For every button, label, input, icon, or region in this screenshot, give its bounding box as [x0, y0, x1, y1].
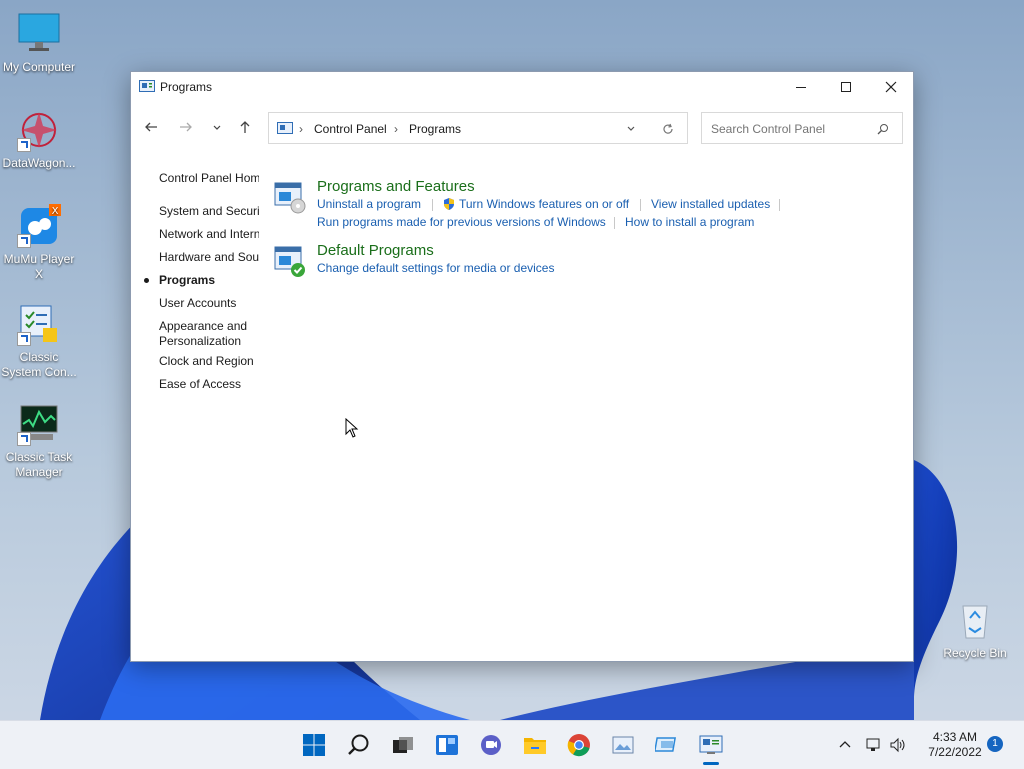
shortcut-arrow-icon [17, 234, 31, 248]
breadcrumb-separator: › [299, 122, 303, 136]
link-turn-windows-features[interactable]: Turn Windows features on or off [459, 197, 629, 211]
window-title: Programs [160, 80, 213, 94]
desktop-icon-label: MuMu Player X [3, 252, 75, 281]
up-button[interactable] [234, 116, 256, 138]
volume-icon[interactable] [889, 737, 907, 753]
shortcut-arrow-icon [17, 138, 31, 152]
active-bullet [144, 278, 149, 283]
breadcrumb-separator: › [394, 122, 398, 136]
desktop-icon-label: Classic Task Manager [5, 450, 73, 479]
clock[interactable]: 4:33 AM 7/22/2022 [916, 730, 994, 760]
programs-and-features-icon [274, 182, 306, 214]
link-run-programs-previous-windows[interactable]: Run programs made for previous versions … [317, 215, 606, 229]
network-icon[interactable] [865, 737, 881, 753]
address-bar[interactable]: › Control Panel › Programs [268, 112, 688, 144]
sidebar-item-programs[interactable]: Programs [159, 273, 259, 288]
maximize-button[interactable] [823, 72, 869, 102]
close-button[interactable] [868, 72, 914, 102]
chevron-down-icon [213, 125, 221, 130]
shortcut-arrow-icon [17, 332, 31, 346]
sidebar-item-hardware-and-sound[interactable]: Hardware and Sound [159, 250, 259, 265]
arrow-right-icon [180, 122, 192, 132]
desktop-icon-classic-task-manager[interactable]: Classic Task Manager [0, 402, 78, 480]
desktop-icon-mumu-player[interactable]: X MuMu Player X [0, 204, 78, 282]
svg-text:X: X [52, 206, 59, 217]
uac-shield-icon [444, 198, 454, 210]
search-icon[interactable] [877, 123, 889, 135]
link-separator [614, 217, 615, 229]
arrow-left-icon [145, 122, 157, 132]
link-how-to-install-program[interactable]: How to install a program [625, 215, 754, 229]
minimize-icon [796, 87, 806, 88]
breadcrumb-programs[interactable]: Programs [409, 122, 461, 136]
notification-badge[interactable]: 1 [987, 736, 1003, 752]
link-separator [779, 199, 780, 211]
title-bar[interactable]: Programs [131, 72, 913, 102]
desktop-icon-datawagon[interactable]: DataWagon... [0, 108, 78, 171]
mouse-cursor [345, 418, 359, 438]
photo-viewer-icon[interactable] [611, 733, 635, 757]
desktop-icon-my-computer[interactable]: My Computer [0, 12, 78, 75]
widgets-icon[interactable] [435, 733, 459, 757]
link-change-default-settings[interactable]: Change default settings for media or dev… [317, 261, 554, 275]
desktop-icon-recycle-bin[interactable]: Recycle Bin [936, 598, 1014, 661]
search-icon[interactable] [347, 733, 371, 757]
close-icon [885, 81, 897, 93]
control-panel-icon [139, 80, 155, 92]
sidebar-item-network-and-internet[interactable]: Network and Internet [159, 227, 259, 242]
arrow-up-icon [240, 121, 250, 133]
taskbar: 4:33 AM 7/22/2022 [0, 720, 1024, 769]
sidebar-item-appearance[interactable]: Appearance and [159, 319, 259, 334]
clock-date: 7/22/2022 [928, 745, 982, 759]
clock-time: 4:33 AM [932, 730, 978, 744]
control-panel-taskbar-icon[interactable] [699, 733, 723, 757]
chat-icon[interactable] [479, 733, 503, 757]
sidebar-item-clock-and-region[interactable]: Clock and Region [159, 354, 259, 369]
category-title-default-programs[interactable]: Default Programs [317, 242, 434, 259]
desktop-icon-classic-system-control[interactable]: Classic System Con... [0, 302, 78, 380]
desktop-icon-label: Recycle Bin [943, 646, 1007, 660]
start-icon[interactable] [302, 733, 326, 757]
refresh-icon[interactable] [662, 123, 674, 135]
breadcrumb-control-panel[interactable]: Control Panel [314, 122, 387, 136]
sidebar-item-system-and-security[interactable]: System and Security [159, 204, 259, 219]
active-app-indicator [703, 762, 719, 765]
link-view-installed-updates[interactable]: View installed updates [651, 197, 770, 211]
minimize-button[interactable] [778, 72, 824, 102]
back-button[interactable] [140, 116, 162, 138]
shortcut-arrow-icon [17, 432, 31, 446]
sidebar-item-control-panel-home[interactable]: Control Panel Home [159, 171, 259, 186]
link-separator [640, 199, 641, 211]
maximize-icon [841, 82, 851, 92]
link-separator [432, 199, 433, 211]
control-panel-icon [277, 122, 293, 134]
recycle-bin-icon [962, 605, 988, 639]
desktop-icon-label: Classic System Con... [1, 350, 77, 379]
recent-locations-button[interactable] [205, 116, 229, 138]
category-title-programs-and-features[interactable]: Programs and Features [317, 178, 475, 195]
task-view-icon[interactable] [391, 733, 415, 757]
chrome-icon[interactable] [567, 733, 591, 757]
search-box[interactable] [701, 112, 903, 144]
link-uninstall-program[interactable]: Uninstall a program [317, 197, 421, 211]
desktop-icon-label: My Computer [2, 60, 76, 74]
sidebar-item-personalization[interactable]: Personalization [159, 334, 259, 349]
control-panel-window: Programs › Control Panel › Programs Sear… [130, 71, 914, 662]
desktop-icon-label: DataWagon... [2, 156, 76, 170]
file-explorer-icon[interactable] [523, 733, 547, 757]
sidebar-item-user-accounts[interactable]: User Accounts [159, 296, 259, 311]
navigation-bar: › Control Panel › Programs [131, 102, 913, 152]
default-programs-icon [274, 246, 305, 277]
search-input[interactable] [709, 120, 873, 138]
sidebar-item-ease-of-access[interactable]: Ease of Access [159, 377, 259, 392]
chevron-up-icon[interactable] [838, 738, 852, 752]
remote-desktop-icon[interactable] [655, 733, 679, 757]
chevron-down-icon[interactable] [626, 124, 636, 134]
forward-button[interactable] [175, 116, 197, 138]
monitor-icon [18, 13, 60, 51]
